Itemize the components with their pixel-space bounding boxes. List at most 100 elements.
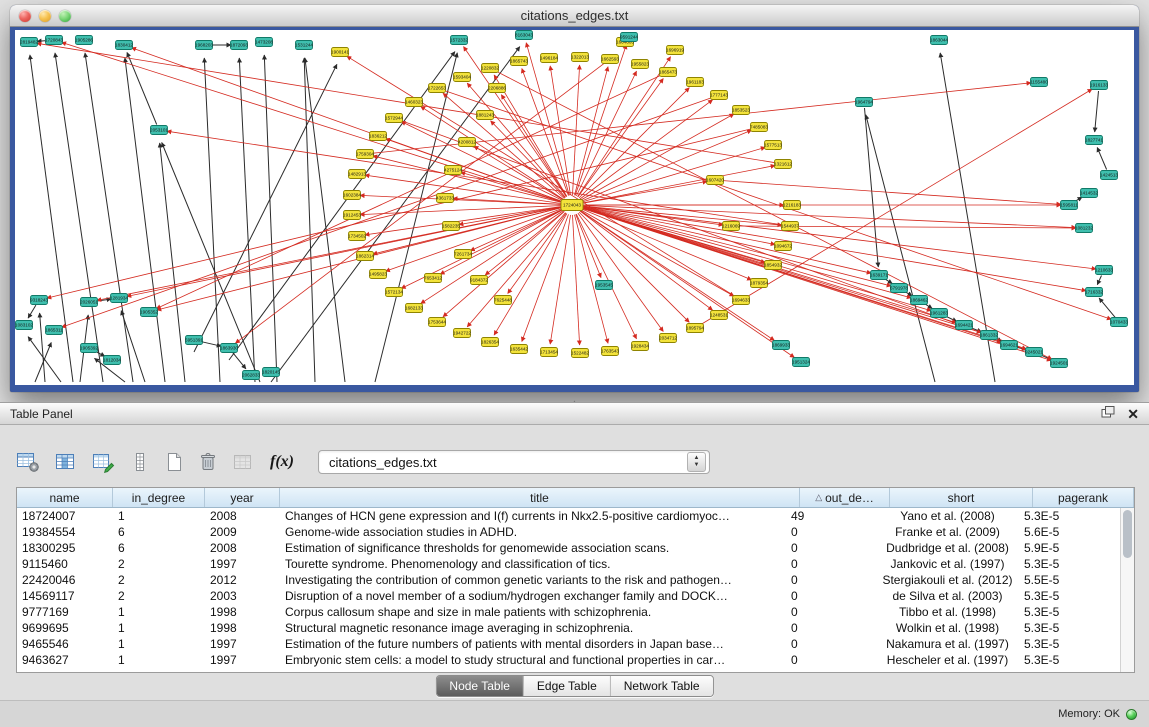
column-header-in-degree[interactable]: in_degree bbox=[113, 488, 205, 507]
graph-node[interactable]: 1854932 bbox=[764, 261, 782, 270]
tab-node-table[interactable]: Node Table bbox=[436, 676, 523, 696]
graph-node[interactable]: 1869462 bbox=[910, 296, 928, 305]
graph-node[interactable]: 1662593 bbox=[601, 55, 619, 64]
graph-node[interactable]: 1595811 bbox=[1060, 201, 1078, 210]
graph-node[interactable]: 1694633 bbox=[732, 296, 750, 305]
graph-node[interactable]: 1083102 bbox=[15, 321, 33, 330]
table-row[interactable]: 969969511998Structural magnetic resonanc… bbox=[17, 620, 1120, 636]
graph-node[interactable]: 1720843 bbox=[45, 36, 63, 45]
graph-node[interactable]: 1763543 bbox=[601, 347, 619, 356]
graph-node[interactable]: 1414532 bbox=[1080, 189, 1098, 198]
graph-node[interactable]: 1861332 bbox=[980, 331, 998, 340]
graph-node[interactable]: 1696919 bbox=[666, 46, 684, 55]
column-header-title[interactable]: title bbox=[280, 488, 800, 507]
table-source-dropdown[interactable]: citations_edges.txt▲▼ bbox=[318, 450, 710, 474]
graph-node[interactable]: 1881243 bbox=[476, 111, 494, 120]
graph-node[interactable]: 1531244 bbox=[295, 41, 313, 50]
graph-node[interactable]: 1694621 bbox=[1000, 341, 1018, 350]
table-row[interactable]: 911546021997Tourette syndrome. Phenomeno… bbox=[17, 556, 1120, 572]
graph-node[interactable]: 1482913 bbox=[348, 170, 366, 179]
column-header-pagerank[interactable]: pagerank bbox=[1033, 488, 1134, 507]
graph-node[interactable]: 1322013 bbox=[571, 53, 589, 62]
graph-node[interactable]: 1830412 bbox=[115, 41, 133, 50]
network-window-titlebar[interactable]: citations_edges.txt bbox=[10, 5, 1139, 27]
graph-node[interactable]: 1879354 bbox=[750, 279, 768, 288]
graph-node[interactable]: 1812034 bbox=[103, 356, 121, 365]
graph-node[interactable]: 1639171 bbox=[870, 271, 888, 280]
column-selector-icon[interactable] bbox=[54, 449, 78, 475]
graph-node[interactable]: 1081232 bbox=[1075, 224, 1093, 233]
graph-node[interactable]: 1905286 bbox=[75, 36, 93, 45]
graph-node[interactable]: 1869933 bbox=[772, 341, 790, 350]
graph-node[interactable]: 1968203 bbox=[195, 41, 213, 50]
graph-node[interactable]: 2819482 bbox=[20, 38, 38, 47]
graph-node[interactable]: 1865743 bbox=[510, 57, 528, 66]
graph-node[interactable]: 1865311 bbox=[45, 326, 63, 335]
graph-node[interactable]: 1734502 bbox=[348, 232, 366, 241]
table-row[interactable]: 1938455462009Genome-wide association stu… bbox=[17, 524, 1120, 540]
graph-node[interactable]: 1713454 bbox=[540, 348, 558, 357]
graph-node[interactable]: 1759304 bbox=[356, 150, 374, 159]
tab-edge-table[interactable]: Edge Table bbox=[523, 676, 610, 696]
float-panel-icon[interactable] bbox=[1101, 406, 1115, 421]
graph-node[interactable]: 1682133 bbox=[405, 304, 423, 313]
graph-node[interactable]: 1872093 bbox=[230, 41, 248, 50]
graph-node[interactable]: 1928434 bbox=[631, 342, 649, 351]
graph-node[interactable]: 2062833 bbox=[242, 371, 260, 380]
column-header-name[interactable]: name bbox=[17, 488, 113, 507]
graph-node[interactable]: 9591244 bbox=[620, 33, 638, 42]
table-row[interactable]: 1456911722003Disruption of a novel membe… bbox=[17, 588, 1120, 604]
graph-node[interactable]: 1495823 bbox=[369, 270, 387, 279]
graph-node[interactable]: 1155480 bbox=[1030, 78, 1048, 87]
graph-node[interactable]: 1094672 bbox=[774, 242, 792, 251]
graph-node[interactable]: 1424513 bbox=[1100, 171, 1118, 180]
graph-node[interactable]: 1836212 bbox=[369, 132, 387, 141]
graph-node[interactable]: 1862314 bbox=[356, 252, 374, 261]
graph-node[interactable]: 1694421 bbox=[955, 321, 973, 330]
graph-node[interactable]: 1070433 bbox=[1110, 318, 1128, 327]
graph-node[interactable]: 1961183 bbox=[686, 78, 704, 87]
graph-node[interactable]: 1905352 bbox=[140, 308, 158, 317]
graph-node[interactable]: 1248531 bbox=[710, 311, 728, 320]
graph-node[interactable]: 2206886 bbox=[488, 84, 506, 93]
graph-node[interactable]: 2053101 bbox=[150, 126, 168, 135]
graph-node[interactable]: 1577513 bbox=[764, 141, 782, 150]
tab-network-table[interactable]: Network Table bbox=[610, 676, 713, 696]
import-table-icon[interactable] bbox=[130, 449, 150, 475]
graph-node[interactable]: 1753644 bbox=[428, 318, 446, 327]
graph-node[interactable]: 9184372 bbox=[470, 276, 488, 285]
column-header-year[interactable]: year bbox=[205, 488, 280, 507]
new-table-icon[interactable] bbox=[164, 449, 184, 475]
graph-node[interactable]: 7261734 bbox=[454, 250, 472, 259]
graph-node[interactable]: 1716332 bbox=[1085, 288, 1103, 297]
graph-node[interactable]: 4275124 bbox=[444, 166, 462, 175]
graph-node[interactable]: 1905392 bbox=[80, 344, 98, 353]
graph-node[interactable]: 1912453 bbox=[343, 211, 361, 220]
graph-node[interactable]: 1220832 bbox=[481, 64, 499, 73]
graph-node[interactable]: 1826354 bbox=[481, 338, 499, 347]
graph-node[interactable]: 1216069 bbox=[722, 222, 740, 231]
graph-node[interactable]: 2026051 bbox=[80, 298, 98, 307]
graph-node[interactable]: 1964794 bbox=[855, 98, 873, 107]
graph-node[interactable]: 1496184 bbox=[540, 54, 558, 63]
graph-node[interactable]: 1572134 bbox=[385, 288, 403, 297]
graph-node[interactable]: 1602384 bbox=[343, 191, 361, 200]
graph-node[interactable]: 1722653 bbox=[428, 84, 446, 93]
create-column-icon[interactable] bbox=[92, 449, 116, 475]
table-vertical-scrollbar[interactable] bbox=[1120, 508, 1134, 672]
graph-node[interactable]: 4361733 bbox=[436, 194, 454, 203]
graph-node[interactable]: 1900141 bbox=[331, 48, 349, 57]
graph-node[interactable]: 1522482 bbox=[571, 349, 589, 358]
graph-node[interactable]: 1863930 bbox=[220, 344, 238, 353]
graph-node[interactable]: 1777143 bbox=[710, 91, 728, 100]
graph-node[interactable]: 1724043 bbox=[561, 200, 583, 211]
graph-node[interactable]: 1460323 bbox=[405, 98, 423, 107]
graph-node[interactable]: 8163043 bbox=[515, 31, 533, 40]
graph-node[interactable]: 1916133 bbox=[1090, 81, 1108, 90]
graph-node[interactable]: 1216183 bbox=[783, 201, 801, 210]
table-row[interactable]: 946362711997Embryonic stem cells: a mode… bbox=[17, 652, 1120, 668]
graph-node[interactable]: 4200812 bbox=[458, 138, 476, 147]
column-header-out-de[interactable]: △out_de… bbox=[800, 488, 890, 507]
graph-node[interactable]: 1853523 bbox=[732, 106, 750, 115]
delete-table-icon[interactable] bbox=[198, 449, 218, 475]
